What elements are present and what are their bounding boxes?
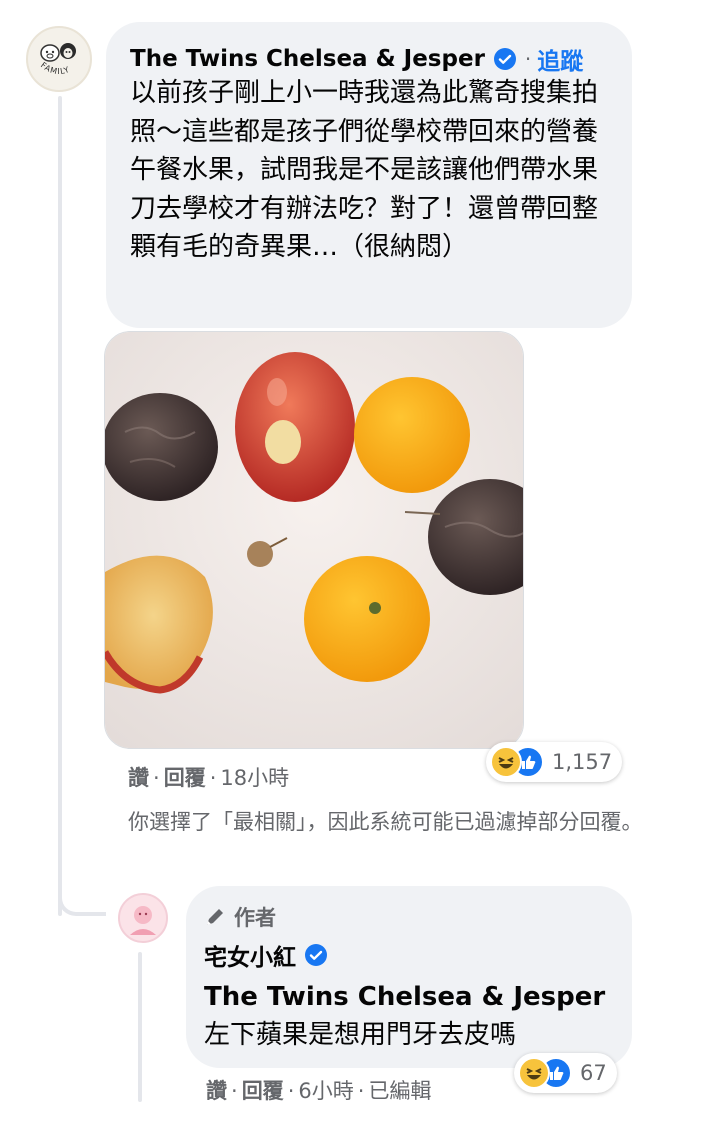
separator-dot: ·: [524, 47, 532, 71]
separator: ·: [209, 766, 217, 790]
reply-thread-line: [138, 952, 142, 1102]
passion-fruit: [105, 393, 218, 501]
reply-button[interactable]: 回覆: [164, 766, 206, 790]
edited-label[interactable]: 已編輯: [368, 1079, 431, 1103]
timestamp[interactable]: 18小時: [220, 766, 289, 790]
reply-avatar[interactable]: [118, 893, 168, 943]
filter-notice: 你選擇了「最相關」，因此系統可能已過濾掉部分回覆。: [128, 810, 643, 834]
author-badge: 作者: [204, 902, 276, 932]
reply-header: 宅女小紅: [204, 938, 328, 972]
thread-connector: [58, 880, 106, 916]
thread-line: [58, 96, 62, 916]
like-button[interactable]: 讚: [128, 766, 149, 790]
separator: ·: [231, 1079, 238, 1103]
separator: ·: [287, 1079, 295, 1103]
reply-text: The Twins Chelsea & Jesper 左下蘋果是想用門牙去皮嗎: [204, 978, 605, 1054]
reaction-count: 1,157: [552, 750, 613, 774]
family-logo-icon: FAMILY: [39, 43, 76, 77]
avatar-label: FAMILY: [39, 61, 70, 77]
longan: [247, 541, 273, 567]
fruit-photo: [105, 332, 523, 748]
haha-reaction-icon: [518, 1057, 550, 1089]
verified-badge-icon: [493, 47, 517, 71]
reply-reaction-summary[interactable]: 67: [514, 1053, 617, 1093]
orange: [354, 377, 470, 493]
verified-badge-icon: [304, 943, 328, 967]
mention-link[interactable]: The Twins Chelsea & Jesper: [204, 978, 605, 1016]
separator: ·: [357, 1079, 365, 1103]
author-name[interactable]: The Twins Chelsea & Jesper: [130, 46, 485, 72]
orange: [304, 556, 430, 682]
author-avatar[interactable]: FAMILY: [26, 26, 92, 92]
like-button[interactable]: 讚: [206, 1079, 227, 1103]
reply-actions: 讚 · 回覆 · 6小時 · 已編輯: [206, 1075, 431, 1105]
reply-author-name[interactable]: 宅女小紅: [204, 938, 296, 972]
reaction-count: 67: [580, 1061, 607, 1085]
reply-bubble: 作者 宅女小紅 The Twins Chelsea & Jesper 左下蘋果是…: [186, 886, 632, 1068]
comment-actions: 讚 · 回覆 · 18小時: [128, 762, 289, 792]
svg-text:FAMILY: FAMILY: [39, 61, 71, 77]
separator: ·: [153, 766, 160, 790]
comment-text: 以前孩子剛上小一時我還為此驚奇搜集拍照～這些都是孩子們從學校帶回來的營養午餐水果…: [130, 78, 599, 262]
reply-body: 左下蘋果是想用門牙去皮嗎: [204, 1020, 517, 1050]
reply-button[interactable]: 回覆: [242, 1079, 284, 1103]
comment-photo[interactable]: [104, 331, 524, 749]
timestamp[interactable]: 6小時: [298, 1079, 353, 1103]
avatar-illustration: [120, 895, 166, 941]
author-badge-label: 作者: [234, 906, 276, 930]
pencil-icon: [204, 906, 226, 928]
reaction-summary[interactable]: 1,157: [486, 742, 623, 782]
haha-reaction-icon: [490, 746, 522, 778]
comment-header: The Twins Chelsea & Jesper · 追蹤: [130, 42, 583, 76]
comment-bubble: The Twins Chelsea & Jesper · 追蹤 以前孩子剛上小一…: [106, 22, 632, 328]
follow-button[interactable]: 追蹤: [537, 42, 583, 76]
